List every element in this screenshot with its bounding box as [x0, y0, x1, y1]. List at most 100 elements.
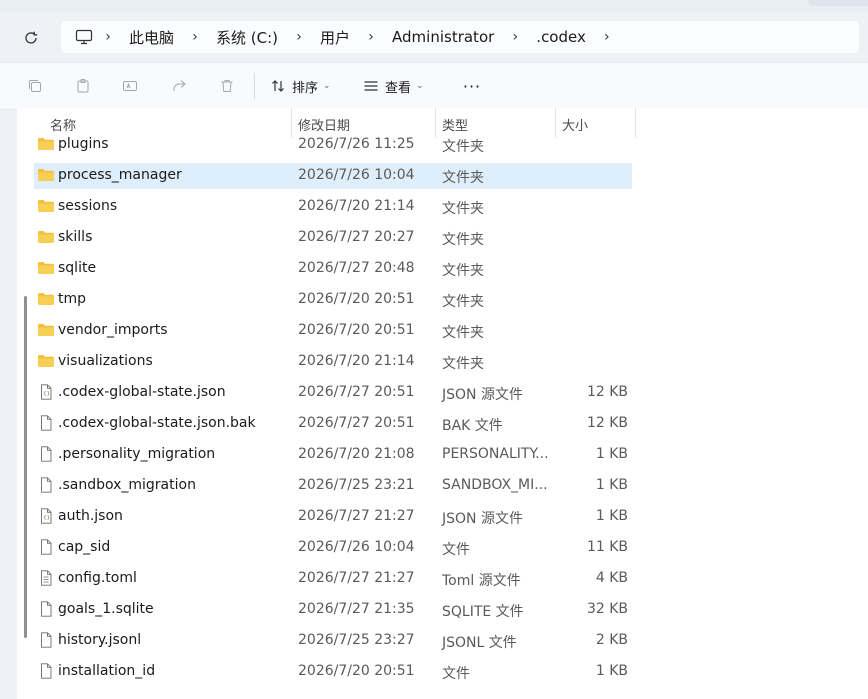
file-row[interactable]: .personality_migration 2026/7/20 21:08 PER…	[34, 442, 632, 468]
file-type: 文件	[442, 542, 470, 558]
file-size: 1 KB	[595, 446, 628, 462]
file-modified-date: 2026/7/27 21:35	[298, 601, 415, 617]
breadcrumb-this-pc[interactable]: 此电脑	[121, 27, 182, 48]
sort-ascending-icon: ⌃	[163, 108, 171, 113]
file-row[interactable]: config.toml 2026/7/27 21:27 Toml 源文件 4 KB	[34, 566, 632, 592]
chevron-right-icon[interactable]: ›	[358, 29, 384, 45]
file-modified-date: 2026/7/20 20:51	[298, 663, 415, 679]
share-button[interactable]	[168, 75, 190, 97]
file-name: goals_1.sqlite	[58, 601, 154, 617]
file-row[interactable]: .sandbox_migration 2026/7/25 23:21 SANDBOX…	[34, 473, 632, 499]
breadcrumb-administrator[interactable]: Administrator	[384, 28, 502, 46]
file-type: 文件	[442, 666, 470, 682]
sort-icon	[272, 80, 284, 92]
json-file-icon: {}	[37, 508, 55, 524]
file-row[interactable]: cap_sid 2026/7/26 10:04 文件 11 KB	[34, 535, 632, 561]
file-size: 2 KB	[595, 632, 628, 648]
file-row[interactable]: .codex-global-state.json.bak 2026/7/27 20…	[34, 411, 632, 437]
file-row[interactable]: goals_1.sqlite 2026/7/27 21:35 SQLITE 文件 32…	[34, 597, 632, 623]
copy-button[interactable]	[24, 75, 46, 97]
view-list-icon	[364, 81, 378, 91]
window-corner	[808, 0, 868, 6]
file-modified-date: 2026/7/25 23:27	[298, 632, 415, 648]
breadcrumb-codex[interactable]: .codex	[528, 28, 594, 46]
file-row[interactable]: {} auth.json 2026/7/27 21:27 JSON 源文件 1 KB	[34, 504, 632, 530]
file-name: .codex-global-state.json	[58, 384, 226, 400]
view-menu-button[interactable]: 查看 ⌄	[363, 75, 424, 97]
refresh-button[interactable]	[19, 26, 43, 50]
file-size: 1 KB	[595, 663, 628, 679]
chevron-right-icon[interactable]: ›	[594, 29, 620, 45]
file-modified-date: 2026/7/27 21:27	[298, 508, 415, 524]
more-options-button[interactable]: ···	[461, 75, 483, 97]
file-row[interactable]: sessions 2026/7/20 21:14 文件夹	[34, 194, 632, 220]
folder-icon	[37, 229, 55, 245]
file-row[interactable]: {} .codex-global-state.json 2026/7/27 20:5…	[34, 380, 632, 406]
file-row[interactable]: sqlite 2026/7/27 20:48 文件夹	[34, 256, 632, 282]
file-size: 12 KB	[586, 415, 628, 431]
sort-label: 排序	[292, 80, 319, 96]
paste-button[interactable]	[72, 75, 94, 97]
scrollbar[interactable]	[24, 296, 27, 638]
file-name: tmp	[58, 291, 87, 307]
paste-icon	[77, 79, 89, 93]
sort-menu-button[interactable]: 排序 ⌄	[270, 75, 331, 97]
file-size: 32 KB	[586, 601, 628, 617]
file-type: 文件夹	[442, 325, 484, 341]
file-type: 文件夹	[442, 294, 484, 310]
column-divider[interactable]	[635, 108, 636, 138]
chevron-right-icon[interactable]: ›	[95, 29, 121, 45]
chevron-right-icon[interactable]: ›	[182, 29, 208, 45]
delete-button[interactable]	[216, 75, 238, 97]
file-icon	[37, 446, 55, 462]
file-row[interactable]: tmp 2026/7/20 20:51 文件夹	[34, 287, 632, 313]
refresh-icon	[25, 31, 38, 44]
file-size: 11 KB	[586, 539, 628, 555]
file-modified-date: 2026/7/27 20:51	[298, 415, 415, 431]
file-type: JSON 源文件	[442, 387, 523, 403]
file-type: 文件夹	[442, 170, 484, 186]
file-name: skills	[58, 229, 93, 245]
copy-icon	[29, 80, 41, 92]
file-name: config.toml	[58, 570, 137, 586]
file-row[interactable]: installation_id 2026/7/20 20:51 文件 1 KB	[34, 659, 632, 685]
text-file-icon	[37, 570, 55, 586]
file-row[interactable]: plugins 2026/7/26 11:25 文件夹	[34, 132, 632, 158]
file-type: 文件夹	[442, 356, 484, 372]
file-list-pane: ⌃ 名称 修改日期 类型 大小 plugins 2026/7/26 11:25 文件…	[17, 108, 868, 699]
file-type: JSON 源文件	[442, 511, 523, 527]
chevron-right-icon[interactable]: ›	[286, 29, 312, 45]
file-row[interactable]: skills 2026/7/27 20:27 文件夹	[34, 225, 632, 251]
file-size: 4 KB	[595, 570, 628, 586]
chevron-down-icon: ⌄	[416, 81, 424, 91]
svg-text:{}: {}	[43, 515, 50, 521]
folder-icon	[37, 260, 55, 276]
file-name: .personality_migration	[58, 446, 216, 462]
chevron-right-icon[interactable]: ›	[502, 29, 528, 45]
file-type: 文件夹	[442, 263, 484, 279]
file-row[interactable]: vendor_imports 2026/7/20 20:51 文件夹	[34, 318, 632, 344]
file-name: visualizations	[58, 353, 153, 369]
file-modified-date: 2026/7/27 20:51	[298, 384, 415, 400]
file-modified-date: 2026/7/20 20:51	[298, 322, 415, 338]
folder-icon	[37, 322, 55, 338]
file-modified-date: 2026/7/25 23:21	[298, 477, 415, 493]
address-bar[interactable]: › 此电脑 › 系统 (C:) › 用户 › Administrator › .…	[61, 21, 859, 53]
file-row[interactable]: visualizations 2026/7/20 21:14 文件夹	[34, 349, 632, 375]
file-modified-date: 2026/7/26 10:04	[298, 167, 415, 183]
file-type: PERSONALITY...	[442, 446, 549, 462]
file-size: 1 KB	[595, 508, 628, 524]
toolbar-divider	[254, 73, 255, 99]
file-name: sessions	[58, 198, 118, 214]
file-modified-date: 2026/7/27 20:48	[298, 260, 415, 276]
computer-icon[interactable]	[73, 26, 95, 48]
rename-button[interactable]	[119, 75, 141, 97]
file-row[interactable]: history.jsonl 2026/7/25 23:27 JSONL 文件 2 KB	[34, 628, 632, 654]
file-modified-date: 2026/7/27 20:27	[298, 229, 415, 245]
breadcrumb-users[interactable]: 用户	[312, 27, 358, 48]
file-row[interactable]: process_manager 2026/7/26 10:04 文件夹	[34, 163, 632, 189]
rename-icon	[123, 81, 137, 91]
folder-icon	[37, 198, 55, 214]
file-name: cap_sid	[58, 539, 111, 555]
breadcrumb-system-drive[interactable]: 系统 (C:)	[208, 27, 286, 48]
